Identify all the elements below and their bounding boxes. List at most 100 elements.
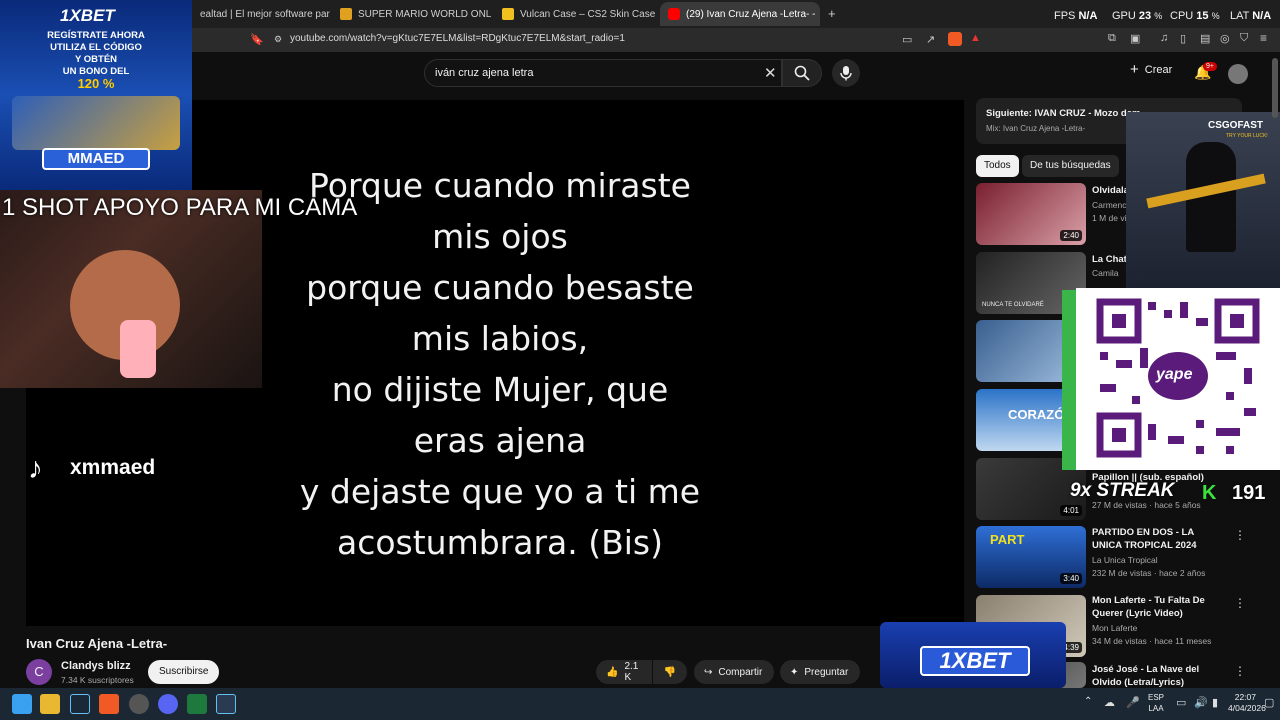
- dislike-button[interactable]: 👎: [653, 660, 687, 684]
- excel-icon[interactable]: [187, 694, 207, 714]
- wallet-icon[interactable]: ▤: [1200, 32, 1210, 45]
- csgo-tagline: TRY YOUR LUCK!: [1226, 133, 1268, 139]
- youtube-header: iván cruz ajena letra ✕ + Crear 🔔 9+: [0, 52, 1280, 94]
- video-thumbnail[interactable]: 2:40: [976, 183, 1086, 245]
- duration-badge: 4:01: [1060, 505, 1082, 516]
- cpu-label: CPU: [1170, 10, 1194, 22]
- battery-icon[interactable]: ▮: [1212, 696, 1218, 709]
- more-options-icon[interactable]: ⋮: [1234, 528, 1246, 542]
- lat-value: N/A: [1252, 10, 1272, 22]
- clock[interactable]: 22:07 4/04/2026: [1228, 692, 1266, 714]
- file-explorer-icon[interactable]: [40, 694, 60, 714]
- like-button[interactable]: 👍 2.1 K: [596, 660, 652, 684]
- video-channel: La Unica Tropical: [1092, 555, 1158, 565]
- network-icon[interactable]: ▭: [1176, 696, 1186, 709]
- brave-browser-icon[interactable]: [99, 694, 119, 714]
- hud-cpu: CPU 15 %: [1170, 10, 1220, 22]
- ad-line: Y OBTÉN: [74, 54, 118, 65]
- share-button[interactable]: ↪ Compartir: [694, 660, 774, 684]
- sidebar-icon[interactable]: ▯: [1180, 32, 1186, 45]
- site-info-icon[interactable]: ⚙: [274, 34, 282, 45]
- cast-icon[interactable]: ▭: [902, 33, 912, 46]
- gpu-label: GPU: [1112, 10, 1136, 22]
- ask-button[interactable]: ✦ Preguntar: [780, 660, 860, 684]
- language-indicator[interactable]: ESP LAA: [1148, 692, 1164, 714]
- light-prop: [120, 320, 156, 378]
- volume-icon[interactable]: 🔊: [1194, 696, 1208, 709]
- create-button[interactable]: + Crear: [1130, 62, 1172, 77]
- sparkle-icon: ✦: [790, 666, 799, 678]
- extensions-icon[interactable]: ⧉: [1108, 32, 1116, 45]
- channel-name[interactable]: Clandys blizz: [61, 660, 131, 672]
- notification-count-badge: 9+: [1203, 62, 1217, 71]
- share-icon[interactable]: ↗: [926, 33, 935, 46]
- subscribe-button[interactable]: Suscribirse: [148, 660, 220, 684]
- lang-layout: LAA: [1148, 704, 1164, 713]
- onedrive-icon[interactable]: ☁: [1104, 696, 1115, 709]
- brave-rewards-icon[interactable]: ▲: [970, 32, 981, 44]
- microphone-icon: [840, 66, 852, 81]
- shield-icon[interactable]: ⛉: [1240, 32, 1248, 45]
- search-button[interactable]: [782, 59, 822, 87]
- thumbs-up-icon: 👍: [606, 666, 619, 678]
- thumbnail-text: NUNCA TE OLVIDARÉ: [982, 302, 1044, 308]
- windows-taskbar: ⌃ ☁ 🎤 ESP LAA ▭ 🔊 ▮ 22:07 4/04/2026 ▢: [0, 688, 1280, 720]
- cpu-value: 15: [1196, 10, 1209, 22]
- gpu-value: 23: [1138, 10, 1152, 22]
- page-scrollbar[interactable]: [1272, 58, 1278, 118]
- tab-youtube[interactable]: (29) Ivan Cruz Ajena -Letra- -✕: [660, 2, 820, 26]
- lyric-line: porque cuando besaste: [306, 268, 694, 307]
- share-arrow-icon: ↪: [704, 666, 713, 678]
- search-input[interactable]: iván cruz ajena letra: [424, 59, 782, 87]
- lat-label: LAT: [1230, 10, 1250, 22]
- lyric-line: mis labios,: [411, 319, 589, 358]
- vpn-icon[interactable]: ◎: [1220, 32, 1230, 45]
- notification-center-icon[interactable]: ▢: [1264, 696, 1274, 709]
- menu-icon[interactable]: ≡: [1260, 31, 1267, 45]
- discord-icon[interactable]: [158, 694, 178, 714]
- url-text[interactable]: youtube.com/watch?v=gKtuc7E7ELM&list=RDg…: [290, 33, 625, 44]
- vulcan-icon: [502, 8, 514, 20]
- lyric-line: eras ajena: [413, 421, 587, 460]
- hud-lat: LAT N/A: [1230, 10, 1271, 22]
- screenshot-icon[interactable]: ▣: [1130, 32, 1140, 45]
- tab-2[interactable]: SUPER MARIO WORLD ONLINE juego: [332, 2, 492, 26]
- channel-avatar[interactable]: C: [26, 659, 52, 685]
- more-options-icon[interactable]: ⋮: [1234, 664, 1246, 678]
- tiktok-overlay: ♪ xmmaed: [24, 446, 184, 490]
- steam-icon[interactable]: [70, 694, 90, 714]
- music-icon[interactable]: ♫: [1160, 32, 1168, 44]
- like-count: 2.1 K: [624, 661, 639, 683]
- brave-shield-icon[interactable]: [948, 32, 962, 46]
- thumbs-down-icon: 👎: [663, 666, 677, 678]
- video-thumbnail[interactable]: PART 3:40: [976, 526, 1086, 588]
- voice-search-button[interactable]: [832, 59, 860, 87]
- new-tab-button[interactable]: +: [828, 6, 836, 21]
- windows-start-icon[interactable]: [12, 694, 32, 714]
- more-options-icon[interactable]: ⋮: [1234, 596, 1246, 610]
- video-title[interactable]: Mon Laferte - Tu Falta De Querer (Lyric …: [1092, 594, 1222, 620]
- search-icon: [794, 65, 810, 81]
- address-bar: 🔖 ⚙ youtube.com/watch?v=gKtuc7E7ELM&list…: [0, 28, 1280, 52]
- next-video-label: Siguiente: IVAN CRUZ - Mozo dem: [986, 108, 1141, 119]
- tab-1[interactable]: ealtad | El mejor software para pote: [192, 2, 330, 26]
- video-meta: 1 M de vis: [1092, 213, 1131, 223]
- lyric-line: acostumbrara. (Bis): [336, 523, 663, 562]
- bookmark-icon[interactable]: 🔖: [250, 33, 264, 46]
- obs-icon[interactable]: [129, 694, 149, 714]
- account-avatar[interactable]: [1228, 64, 1248, 84]
- ad-line: UTILIZA EL CÓDIGO: [50, 42, 142, 53]
- video-title[interactable]: PARTIDO EN DOS - LA UNICA TROPICAL 2024: [1092, 526, 1222, 552]
- video-title[interactable]: José José - La Nave del Olvido (Letra/Ly…: [1092, 663, 1222, 689]
- chip-searches[interactable]: De tus búsquedas: [1022, 155, 1119, 177]
- clear-search-icon[interactable]: ✕: [764, 64, 777, 82]
- browser-tab-bar: ealtad | El mejor software para pote SUP…: [0, 0, 1280, 28]
- csgofast-ad-overlay: CSGOFAST TRY YOUR LUCK!: [1126, 112, 1280, 288]
- tab-3[interactable]: Vulcan Case – CS2 Skin Case Openin: [494, 2, 656, 26]
- donation-text: 1 SHOT APOYO PARA MI CAMA: [2, 194, 358, 221]
- ad-line: REGÍSTRATE AHORA: [47, 30, 145, 41]
- mic-tray-icon[interactable]: 🎤: [1126, 696, 1140, 709]
- steam-running-icon[interactable]: [216, 694, 236, 714]
- tray-chevron-icon[interactable]: ⌃: [1084, 696, 1092, 707]
- chip-all[interactable]: Todos: [976, 155, 1019, 177]
